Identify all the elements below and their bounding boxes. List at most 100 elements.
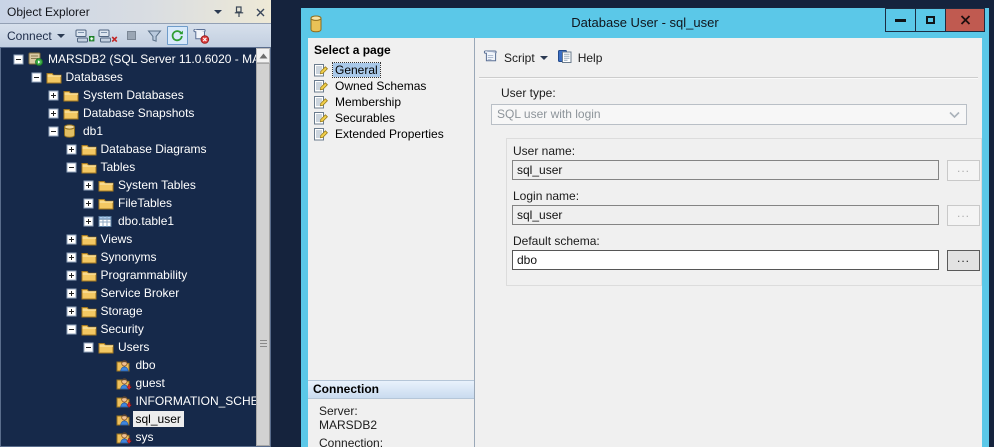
tree-item-programmability[interactable]: Programmability [1,266,270,284]
tree-item-marsdb2-sql-server-11-0-6020-marsd[interactable]: MARSDB2 (SQL Server 11.0.6020 - MARSD [1,50,270,68]
page-item-securables[interactable]: Securables [308,110,474,126]
tree-item-system-databases[interactable]: System Databases [1,86,270,104]
refresh-icon[interactable] [167,26,188,45]
window-position-chevron-icon[interactable] [211,5,225,19]
tree-item-views[interactable]: Views [1,230,270,248]
desktop: Object Explorer Connect MARSDB2 (SQL Ser… [0,0,994,447]
expand-icon[interactable] [83,180,94,191]
tree-item-sys[interactable]: sys [1,428,270,446]
tree-item-label: MARSDB2 (SQL Server 11.0.6020 - MARSD [45,51,271,67]
expand-icon[interactable] [66,306,77,317]
user-x-icon [116,394,133,408]
server-value: MARSDB2 [319,418,377,432]
login-name-field[interactable] [512,205,939,225]
user-name-label: User name: [513,144,575,158]
user-type-select[interactable]: SQL user with login [491,104,967,125]
collapse-icon[interactable] [83,342,94,353]
expand-icon[interactable] [66,288,77,299]
script-button[interactable]: Script [481,49,548,67]
auto-hide-pin-icon[interactable] [232,5,246,19]
select-a-page-pane: Select a page GeneralOwned SchemasMember… [308,38,475,447]
user-name-browse-button: ... [947,160,980,181]
tree-item-label: INFORMATION_SCHEMA [133,393,272,409]
stop-icon [121,26,142,45]
connection-section: Connection Server: MARSDB2 Connection: [308,380,474,447]
toolbar-separator [479,77,978,78]
server-icon [28,52,45,66]
tree-item-databases[interactable]: Databases [1,68,270,86]
expand-icon[interactable] [48,90,59,101]
expand-icon[interactable] [48,108,59,119]
object-explorer-titlebar[interactable]: Object Explorer [0,0,271,24]
help-button[interactable]: Help [557,49,603,67]
expand-icon[interactable] [66,252,77,263]
collapse-icon[interactable] [66,324,77,335]
scrollbar-thumb[interactable] [256,63,270,446]
collapse-icon[interactable] [48,126,59,137]
close-icon[interactable] [253,5,267,19]
tree-item-dbo-table1[interactable]: dbo.table1 [1,212,270,230]
tree-item-users[interactable]: Users [1,338,270,356]
expand-icon[interactable] [66,270,77,281]
page-item-owned-schemas[interactable]: Owned Schemas [308,78,474,94]
folder-icon [63,89,80,102]
tree-item-label: Database Snapshots [80,105,197,121]
user-name-field[interactable] [512,160,939,180]
expand-icon[interactable] [66,144,77,155]
maximize-button[interactable] [915,9,945,31]
tree-item-db1[interactable]: db1 [1,122,270,140]
tree-item-label: Users [115,339,152,355]
tree-item-label: Programmability [98,267,191,283]
tree-item-label: sys [133,429,157,445]
page-item-label: Membership [333,95,403,109]
tree-item-label: dbo.table1 [115,213,177,229]
user-type-value: SQL user with login [497,107,601,121]
script-chevron-icon[interactable] [540,56,548,60]
expand-icon[interactable] [66,234,77,245]
default-schema-browse-button[interactable]: ... [947,250,980,271]
tree-item-service-broker[interactable]: Service Broker [1,284,270,302]
minimize-button[interactable] [886,9,915,31]
tree-item-label: Views [98,231,136,247]
connect-button[interactable]: Connect [7,29,65,43]
script-error-icon[interactable] [190,26,211,45]
expand-icon[interactable] [83,216,94,227]
tree-item-filetables[interactable]: FileTables [1,194,270,212]
tree-item-tables[interactable]: Tables [1,158,270,176]
disconnect-server-icon[interactable] [98,26,119,45]
tree-item-information-schema[interactable]: INFORMATION_SCHEMA [1,392,270,410]
collapse-icon[interactable] [66,162,77,173]
tree-item-security[interactable]: Security [1,320,270,338]
folder-icon [81,251,98,264]
collapse-icon[interactable] [13,54,24,65]
expand-icon[interactable] [83,198,94,209]
tree-item-synonyms[interactable]: Synonyms [1,248,270,266]
tree-item-label: Synonyms [98,249,160,265]
help-label: Help [578,51,603,65]
tree-scrollbar[interactable] [256,48,270,446]
page-item-extended-properties[interactable]: Extended Properties [308,126,474,142]
collapse-icon[interactable] [31,72,42,83]
tree-item-database-diagrams[interactable]: Database Diagrams [1,140,270,158]
tree-item-guest[interactable]: guest [1,374,270,392]
page-item-general[interactable]: General [308,62,474,78]
tree-item-label: Security [98,321,147,337]
help-icon [557,49,573,67]
connect-server-icon[interactable] [75,26,96,45]
close-button[interactable] [945,9,984,31]
tree-item-sql-user[interactable]: sql_user [1,410,270,428]
user-icon [116,358,133,372]
tree-item-database-snapshots[interactable]: Database Snapshots [1,104,270,122]
default-schema-field[interactable] [512,250,939,270]
dialog-main-pane: Script Help User type: SQL user with log… [475,38,982,447]
scroll-up-icon[interactable] [256,48,270,63]
tree-item-label: Storage [98,303,146,319]
dialog-content: Select a page GeneralOwned SchemasMember… [308,38,982,447]
page-icon [313,95,333,109]
tree-item-storage[interactable]: Storage [1,302,270,320]
dialog-titlebar[interactable]: Database User - sql_user [301,8,989,38]
filter-icon[interactable] [144,26,165,45]
tree-item-system-tables[interactable]: System Tables [1,176,270,194]
tree-item-dbo[interactable]: dbo [1,356,270,374]
page-item-membership[interactable]: Membership [308,94,474,110]
